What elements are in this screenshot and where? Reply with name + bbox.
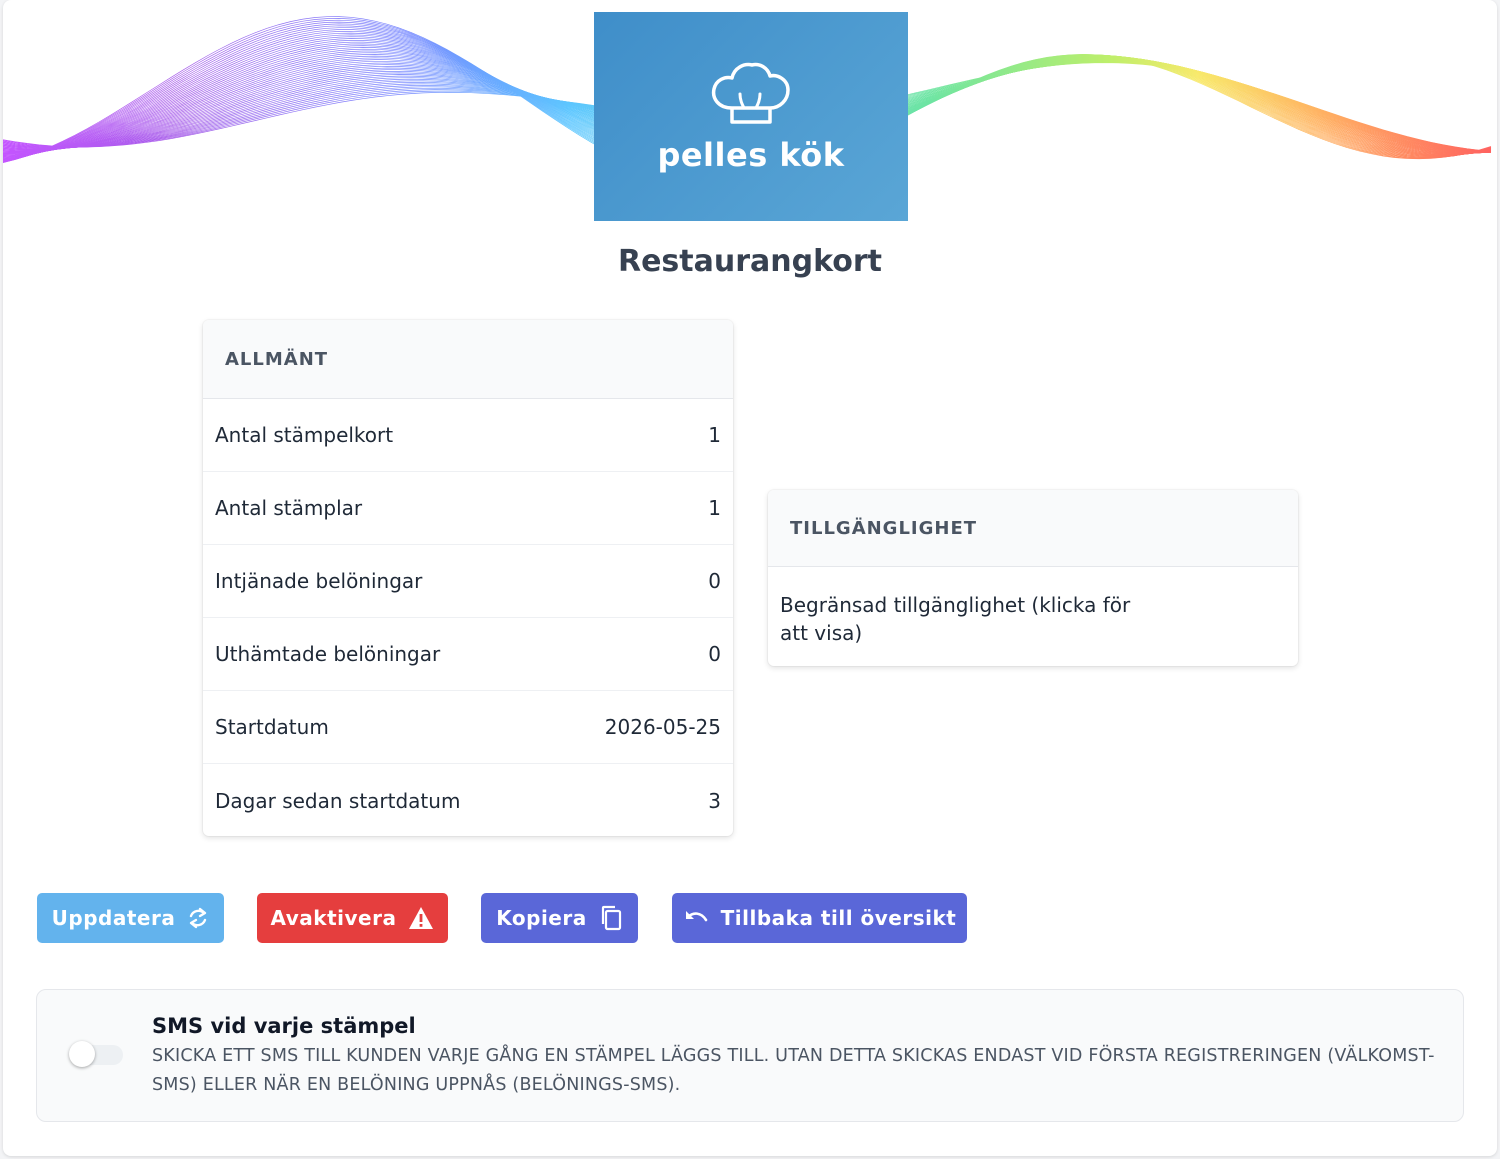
copy-icon [599, 905, 623, 931]
stat-label: Antal stämpelkort [215, 423, 394, 447]
deactivate-button-label: Avaktivera [270, 906, 397, 930]
stat-value: 1 [708, 496, 721, 520]
general-stats-list: Antal stämpelkort 1 Antal stämplar 1 Int… [203, 399, 733, 836]
chef-hat-icon [711, 62, 790, 124]
copy-button-label: Kopiera [496, 906, 587, 930]
page-title: Restaurangkort [617, 244, 882, 279]
refresh-icon [187, 907, 209, 929]
update-button-label: Uppdatera [51, 906, 176, 930]
sms-toggle-switch[interactable] [69, 1041, 123, 1067]
stat-label: Dagar sedan startdatum [215, 788, 461, 813]
logo-text: pelles kök [657, 136, 845, 174]
stat-value: 0 [708, 642, 721, 666]
warning-icon [408, 906, 434, 930]
stat-row-days-since-start: Dagar sedan startdatum 3 [203, 764, 733, 836]
sms-setting-title: SMS vid varje stämpel [152, 1014, 416, 1038]
deactivate-button[interactable]: Avaktivera [257, 893, 448, 943]
availability-card: TILLGÄNGLIGHET Begränsad tillgänglighet … [768, 490, 1298, 666]
stat-value: 3 [708, 788, 721, 813]
stat-value: 0 [708, 569, 721, 593]
stat-row-stamp-cards: Antal stämpelkort 1 [203, 399, 733, 472]
undo-arrow-icon [683, 908, 709, 928]
stat-row-redeemed-rewards: Uthämtade belöningar 0 [203, 618, 733, 691]
sms-setting-panel: SMS vid varje stämpel Skicka ett SMS til… [36, 989, 1464, 1122]
stat-label: Startdatum [215, 715, 329, 739]
general-card-title: ALLMÄNT [203, 320, 733, 399]
availability-link[interactable]: Begränsad tillgänglighet (klicka för att… [768, 567, 1152, 647]
stat-row-earned-rewards: Intjänade belöningar 0 [203, 545, 733, 618]
general-card: ALLMÄNT Antal stämpelkort 1 Antal stämpl… [203, 320, 733, 836]
page-frame: pelles kök Restaurangkort ALLMÄNT Antal … [3, 0, 1497, 1156]
sms-setting-description: Skicka ett SMS till kunden varje gång en… [152, 1046, 1435, 1095]
stat-row-start-date: Startdatum 2026-05-25 [203, 691, 733, 764]
back-to-overview-button[interactable]: Tillbaka till översikt [672, 893, 967, 943]
availability-card-title: TILLGÄNGLIGHET [768, 490, 1298, 567]
stat-row-stamps: Antal stämplar 1 [203, 472, 733, 545]
stat-value: 1 [708, 423, 721, 447]
toggle-knob [69, 1041, 95, 1067]
back-button-label: Tillbaka till översikt [720, 906, 957, 930]
stat-label: Intjänade belöningar [215, 569, 423, 593]
stat-label: Antal stämplar [215, 496, 363, 520]
stat-label: Uthämtade belöningar [215, 642, 441, 666]
update-button[interactable]: Uppdatera [37, 893, 224, 943]
restaurant-logo: pelles kök [594, 12, 908, 221]
copy-button[interactable]: Kopiera [481, 893, 638, 943]
stat-value: 2026-05-25 [604, 715, 721, 739]
